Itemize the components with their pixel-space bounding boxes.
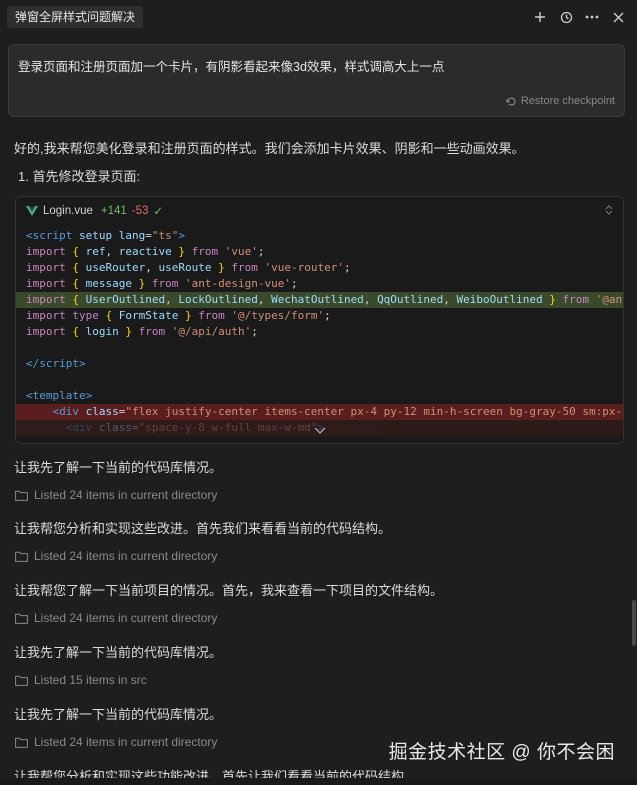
code-line: <template>: [26, 389, 93, 402]
scroll-more-icon[interactable]: [314, 427, 326, 435]
more-icon[interactable]: [585, 7, 599, 27]
user-prompt-box[interactable]: 登录页面和注册页面加一个卡片，有阴影看起来像3d效果，样式调高大上一点 Rest…: [8, 44, 625, 117]
code-diff-card[interactable]: Login.vue +141 -53 ✓ <script setup lang=…: [15, 196, 624, 444]
code-line: import { message } from 'ant-design-vue'…: [26, 277, 298, 290]
code-diff-header[interactable]: Login.vue +141 -53 ✓: [16, 197, 623, 225]
user-prompt-text: 登录页面和注册页面加一个卡片，有阴影看起来像3d效果，样式调高大上一点: [18, 60, 445, 74]
code-line: <script setup lang="ts">: [26, 229, 185, 242]
chat-title-tab[interactable]: 弹窗全屏样式问题解决: [7, 6, 144, 28]
folder-icon: [15, 675, 28, 686]
code-line: import { useRouter, useRoute } from 'vue…: [26, 261, 351, 274]
assistant-message: 让我先了解一下当前的代码库情况。: [14, 645, 223, 660]
assistant-message: 让我帮您分析和实现这些改进。首先我们来看看当前的代码结构。: [14, 521, 392, 536]
code-line-deleted: <div class="flex justify-center items-ce…: [16, 404, 623, 420]
expand-collapse-icon[interactable]: [605, 205, 613, 215]
code-filename: Login.vue: [43, 205, 93, 217]
top-bar: 弹窗全屏样式问题解决: [0, 0, 637, 34]
deletions-count: -53: [131, 205, 149, 217]
vue-file-icon: [26, 206, 38, 216]
assistant-message: 让我先了解一下当前的代码库情况。: [14, 707, 223, 722]
listed-directory-item[interactable]: Listed 24 items in current directory: [15, 611, 217, 625]
applied-check-icon: ✓: [153, 206, 164, 218]
listed-directory-item[interactable]: Listed 15 items in src: [15, 673, 147, 687]
restore-checkpoint-label: Restore checkpoint: [520, 95, 615, 107]
listed-label: Listed 24 items in current directory: [34, 735, 218, 749]
bottom-edge: [0, 778, 637, 785]
scrollbar[interactable]: [632, 600, 636, 646]
watermark: 掘金技术社区 @ 你不会困: [388, 742, 615, 763]
listed-label: Listed 24 items in current directory: [34, 611, 218, 625]
close-icon[interactable]: [611, 7, 625, 27]
listed-label: Listed 24 items in current directory: [34, 488, 218, 502]
folder-icon: [15, 551, 28, 562]
code-line: </script>: [26, 357, 86, 370]
history-icon[interactable]: [559, 7, 573, 27]
listed-directory-item[interactable]: Listed 24 items in current directory: [15, 488, 217, 502]
code-line-added: import { UserOutlined, LockOutlined, Wec…: [16, 292, 623, 308]
code-line: import { login } from '@/api/auth';: [26, 325, 258, 338]
code-line: import type { FormState } from '@/types/…: [26, 309, 331, 322]
listed-directory-item[interactable]: Listed 24 items in current directory: [15, 549, 217, 563]
restore-icon: [506, 97, 516, 106]
code-line: import { ref, reactive } from 'vue';: [26, 245, 265, 258]
assistant-message: 让我帮您了解一下当前项目的情况。首先，我来查看一下项目的文件结构。: [14, 583, 444, 598]
folder-icon: [15, 490, 28, 501]
additions-count: +141: [100, 205, 127, 217]
assistant-step-1: 1. 首先修改登录页面:: [18, 169, 141, 184]
folder-icon: [15, 737, 28, 748]
folder-icon: [15, 613, 28, 624]
plus-icon[interactable]: [533, 7, 547, 27]
assistant-intro: 好的,我来帮您美化登录和注册页面的样式。我们会添加卡片效果、阴影和一些动画效果。: [14, 141, 525, 156]
listed-label: Listed 24 items in current directory: [34, 549, 218, 563]
top-actions: [533, 7, 625, 27]
listed-label: Listed 15 items in src: [34, 673, 147, 687]
assistant-message: 让我先了解一下当前的代码库情况。: [14, 460, 223, 475]
listed-directory-item[interactable]: Listed 24 items in current directory: [15, 735, 217, 749]
restore-checkpoint-button[interactable]: Restore checkpoint: [506, 95, 615, 107]
